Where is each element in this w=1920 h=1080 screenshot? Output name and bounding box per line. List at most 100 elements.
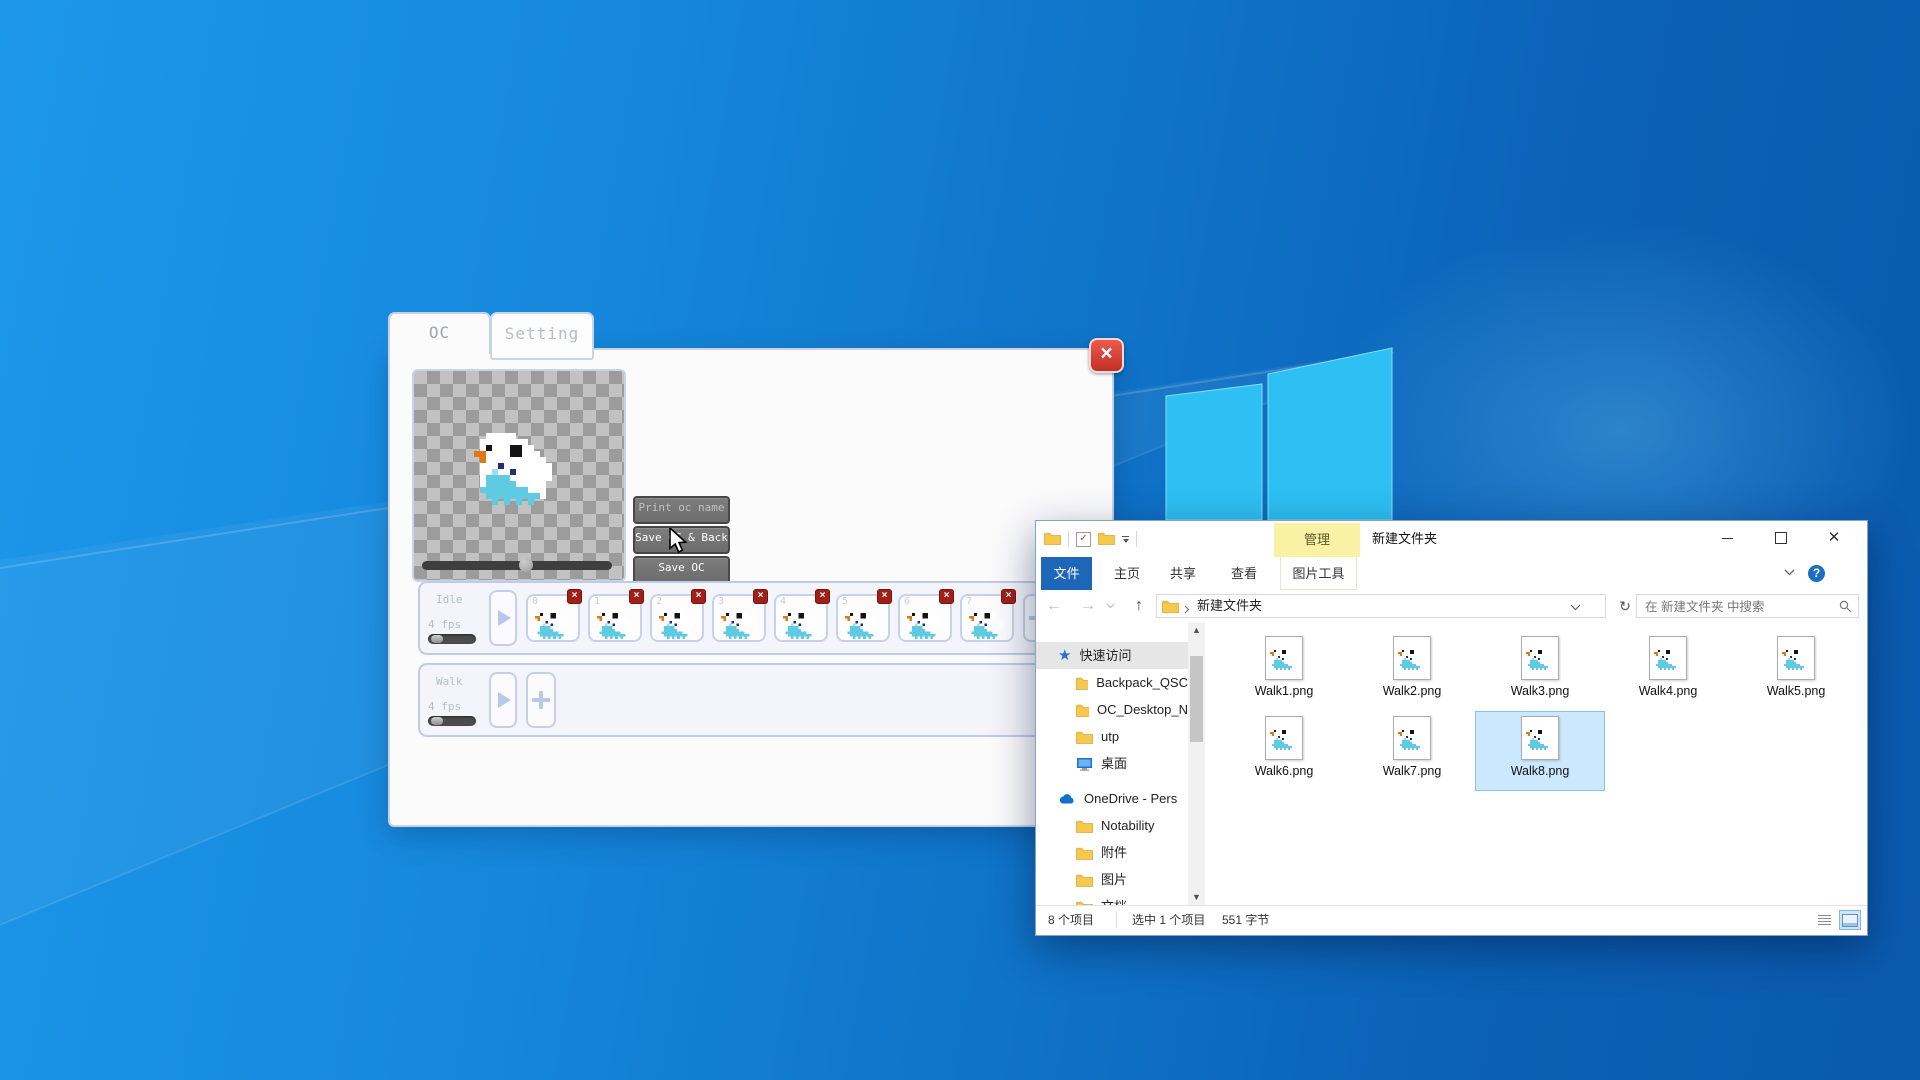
file-item[interactable]: Walk4.png xyxy=(1604,632,1732,710)
ribbon-tab-view[interactable]: 查看 xyxy=(1222,557,1266,590)
frame-index-label: 1 xyxy=(594,596,600,607)
sidebar-item[interactable]: 附件 xyxy=(1036,839,1188,866)
sidebar-item[interactable]: 图片 xyxy=(1036,866,1188,893)
tab-oc[interactable]: OC xyxy=(388,312,491,354)
play-button[interactable] xyxy=(489,672,517,728)
folder-icon[interactable] xyxy=(1044,531,1061,548)
play-button[interactable] xyxy=(489,590,517,646)
fps-slider[interactable] xyxy=(428,716,476,726)
scroll-down-button[interactable]: ▼ xyxy=(1188,889,1205,906)
fps-slider-handle[interactable] xyxy=(431,717,443,725)
close-button[interactable]: ✕ xyxy=(1811,521,1857,555)
refresh-button[interactable]: ↻ xyxy=(1614,594,1636,618)
sidebar-item-label: 附件 xyxy=(1101,839,1127,866)
remove-frame-button[interactable]: × xyxy=(629,589,644,604)
search-input[interactable] xyxy=(1643,596,1832,618)
sidebar-item[interactable]: OneDrive - Pers xyxy=(1036,785,1188,812)
remove-frame-button[interactable]: × xyxy=(877,589,892,604)
frame-index-label: 2 xyxy=(656,596,662,607)
file-grid: Walk1.pngWalk2.pngWalk3.pngWalk4.pngWalk… xyxy=(1220,632,1867,792)
fps-label: 4 fps xyxy=(428,618,480,631)
maximize-icon xyxy=(1775,532,1787,544)
print-oc-name-button[interactable]: Print oc name xyxy=(633,496,730,524)
remove-frame-button[interactable]: × xyxy=(567,589,582,604)
sidebar-item[interactable]: ★快速访问 xyxy=(1036,642,1188,669)
forward-button[interactable]: → xyxy=(1076,590,1100,622)
navigation-pane: ★快速访问Backpack_QSCOC_Desktop_Nutp桌面 OneDri… xyxy=(1036,622,1188,906)
close-icon: ✕ xyxy=(1828,529,1841,546)
save-oc-button[interactable]: Save OC xyxy=(633,556,730,584)
frame-thumbnail[interactable]: 2× xyxy=(650,594,704,642)
file-name-label: Walk7.png xyxy=(1383,764,1442,778)
folder-icon[interactable] xyxy=(1098,531,1115,548)
sidebar-item[interactable]: Backpack_QSC xyxy=(1036,669,1188,696)
frame-thumbnail[interactable]: 6× xyxy=(898,594,952,642)
remove-frame-button[interactable]: × xyxy=(691,589,706,604)
remove-frame-button[interactable]: × xyxy=(939,589,954,604)
sidebar-item[interactable]: Notability xyxy=(1036,812,1188,839)
add-frame-button[interactable] xyxy=(526,672,556,728)
file-item[interactable]: Walk6.png xyxy=(1220,712,1348,790)
ribbon-tab-picture-tools[interactable]: 图片工具 xyxy=(1280,557,1357,590)
scroll-up-button[interactable]: ▲ xyxy=(1188,622,1205,639)
file-item[interactable]: Walk7.png xyxy=(1348,712,1476,790)
ribbon-tab-home[interactable]: 主页 xyxy=(1105,557,1149,590)
fps-slider-handle[interactable] xyxy=(431,635,443,643)
file-icon xyxy=(1265,716,1303,760)
file-item[interactable]: Walk3.png xyxy=(1476,632,1604,710)
file-item[interactable]: Walk1.png xyxy=(1220,632,1348,710)
bird-sprite xyxy=(474,433,558,509)
frame-thumbnail[interactable]: 4× xyxy=(774,594,828,642)
file-item[interactable]: Walk5.png xyxy=(1732,632,1860,710)
sidebar-item[interactable]: 桌面 xyxy=(1036,750,1188,777)
frame-thumbnail[interactable]: 0× xyxy=(526,594,580,642)
remove-frame-button[interactable]: × xyxy=(815,589,830,604)
address-dropdown-icon[interactable] xyxy=(1570,604,1581,611)
address-bar[interactable]: 新建文件夹 xyxy=(1156,594,1606,618)
ribbon-tab-file[interactable]: 文件 xyxy=(1041,557,1092,590)
sidebar-scrollbar[interactable]: ▲ ▼ xyxy=(1188,622,1205,906)
thumbnail-view-button[interactable] xyxy=(1839,910,1861,930)
remove-frame-button[interactable]: × xyxy=(1001,589,1016,604)
close-button[interactable]: × xyxy=(1089,338,1124,373)
frame-thumbnail[interactable]: 1× xyxy=(588,594,642,642)
help-button[interactable]: ? xyxy=(1808,565,1825,582)
up-button[interactable]: ↑ xyxy=(1128,590,1150,622)
preview-zoom-slider-handle[interactable] xyxy=(519,558,533,572)
back-button[interactable]: ← xyxy=(1042,590,1066,622)
bird-sprite xyxy=(845,608,881,639)
remove-frame-button[interactable]: × xyxy=(753,589,768,604)
frame-sprite xyxy=(845,608,881,643)
search-box[interactable] xyxy=(1636,594,1859,618)
manage-contextual-tab[interactable]: 管理 xyxy=(1274,523,1360,557)
details-view-button[interactable] xyxy=(1813,910,1835,930)
strip-name-label: Walk xyxy=(428,675,480,688)
separator xyxy=(1136,531,1137,547)
fps-slider[interactable] xyxy=(428,634,476,644)
breadcrumb-folder[interactable]: 新建文件夹 xyxy=(1197,595,1262,617)
qat-dropdown-icon[interactable] xyxy=(1122,536,1129,543)
folder-icon xyxy=(1044,531,1061,545)
recent-locations-icon[interactable] xyxy=(1106,603,1124,615)
sidebar-item[interactable]: utp xyxy=(1036,723,1188,750)
tab-setting[interactable]: Setting xyxy=(490,312,594,360)
sidebar-item[interactable]: OC_Desktop_N xyxy=(1036,696,1188,723)
maximize-button[interactable] xyxy=(1758,521,1804,555)
frame-index-label: 3 xyxy=(718,596,724,607)
item-count-label: 8 个项目 xyxy=(1048,906,1094,934)
divider xyxy=(1116,913,1117,927)
separator xyxy=(1068,531,1069,547)
frame-thumbnail[interactable]: 3× xyxy=(712,594,766,642)
ribbon-tab-share[interactable]: 共享 xyxy=(1161,557,1205,590)
frame-thumbnail[interactable]: 7× xyxy=(960,594,1014,642)
checkbox-icon[interactable]: ✓ xyxy=(1076,532,1091,547)
frame-thumbnail[interactable]: 5× xyxy=(836,594,890,642)
ribbon-collapse-icon[interactable] xyxy=(1784,569,1795,576)
scroll-thumb[interactable] xyxy=(1190,656,1203,742)
minimize-button[interactable] xyxy=(1704,521,1750,555)
file-item[interactable]: Walk2.png xyxy=(1348,632,1476,710)
status-bar: 8 个项目 选中 1 个项目 551 字节 xyxy=(1036,905,1867,935)
file-item[interactable]: Walk8.png xyxy=(1476,712,1604,790)
window-title: 新建文件夹 xyxy=(1372,521,1437,557)
preview-zoom-slider[interactable] xyxy=(422,561,612,570)
